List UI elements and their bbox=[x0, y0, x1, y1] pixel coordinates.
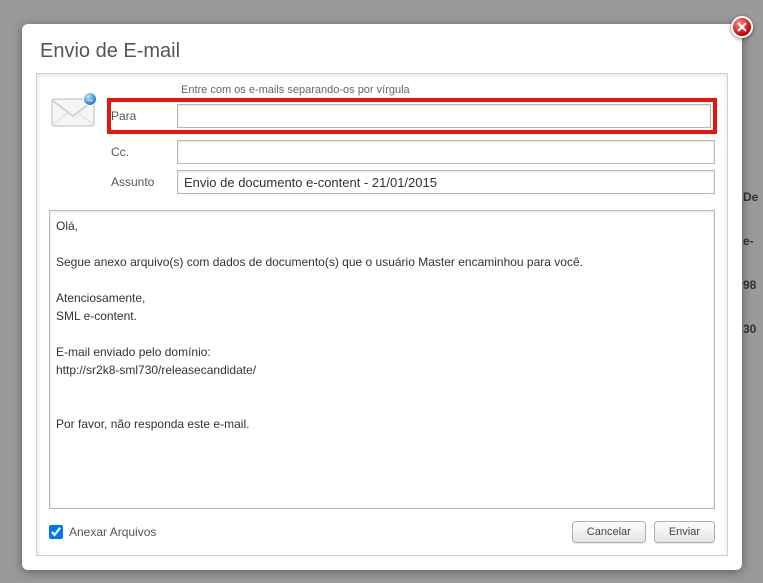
email-header: → Entre com os e-mails separando-os por … bbox=[49, 84, 715, 200]
body-textarea[interactable] bbox=[49, 210, 715, 509]
modal-body: → Entre com os e-mails separando-os por … bbox=[36, 73, 728, 556]
send-button[interactable]: Enviar bbox=[654, 521, 715, 543]
para-row: Para bbox=[107, 98, 717, 134]
background-panel: De e- 98 30 bbox=[743, 190, 763, 366]
cc-input[interactable] bbox=[177, 140, 715, 164]
assunto-row: Assunto bbox=[111, 170, 715, 194]
form-fields: Entre com os e-mails separando-os por ví… bbox=[105, 84, 715, 200]
assunto-label: Assunto bbox=[111, 175, 177, 189]
arrow-icon: → bbox=[83, 92, 97, 106]
close-icon bbox=[737, 22, 747, 32]
modal-title: Envio de E-mail bbox=[22, 24, 742, 73]
button-group: Cancelar Enviar bbox=[572, 521, 715, 543]
cc-label: Cc. bbox=[111, 145, 177, 159]
attach-checkbox-group[interactable]: Anexar Arquivos bbox=[49, 525, 156, 539]
modal-footer: Anexar Arquivos Cancelar Enviar bbox=[49, 509, 715, 545]
attach-checkbox[interactable] bbox=[49, 525, 63, 539]
attach-label: Anexar Arquivos bbox=[69, 525, 156, 539]
para-label: Para bbox=[111, 109, 177, 123]
assunto-input[interactable] bbox=[177, 170, 715, 194]
cancel-button[interactable]: Cancelar bbox=[572, 521, 646, 543]
hint-text: Entre com os e-mails separando-os por ví… bbox=[111, 84, 715, 96]
cc-row: Cc. bbox=[111, 140, 715, 164]
email-modal: Envio de E-mail → Entre com os e-mails s… bbox=[22, 24, 742, 570]
envelope-icon: → bbox=[51, 96, 95, 128]
para-input[interactable] bbox=[177, 104, 711, 128]
close-button[interactable] bbox=[731, 16, 753, 38]
